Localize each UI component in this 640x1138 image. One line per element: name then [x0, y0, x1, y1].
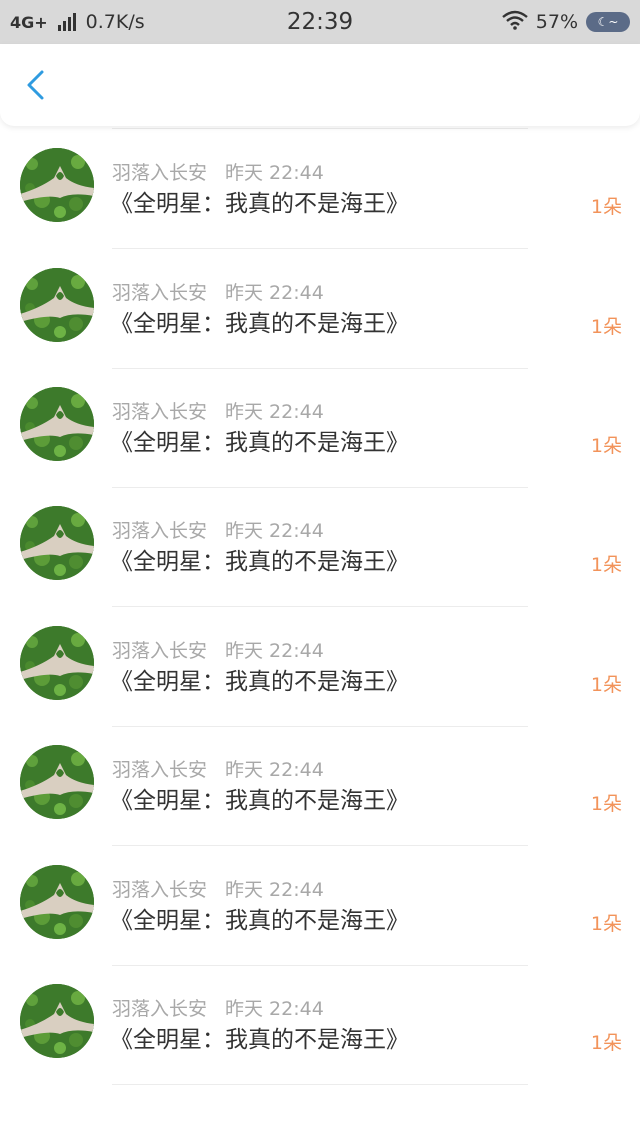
meta-line: 羽落入长安 昨天 22:44 — [112, 278, 324, 305]
timestamp: 昨天 22:44 — [225, 998, 324, 1020]
book-title: 《全明星：我真的不是海王》 — [110, 669, 409, 695]
avatar[interactable] — [20, 268, 94, 342]
divider — [112, 248, 528, 249]
flower-count: 1朵 — [590, 554, 622, 576]
divider — [112, 606, 528, 607]
avatar[interactable] — [20, 865, 94, 939]
status-left: 4G+ 0.7K/s — [10, 11, 145, 33]
timestamp: 昨天 22:44 — [225, 759, 324, 781]
network-speed: 0.7K/s — [85, 11, 145, 33]
list-item[interactable]: 羽落入长安 昨天 22:44 《全明星：我真的不是海王》 1朵 — [0, 488, 640, 608]
meta-line: 羽落入长安 昨天 22:44 — [112, 636, 324, 663]
timestamp: 昨天 22:44 — [225, 401, 324, 423]
list-item[interactable]: 羽落入长安 昨天 22:44 《全明星：我真的不是海王》 1朵 — [0, 847, 640, 967]
meta-line: 羽落入长安 昨天 22:44 — [112, 516, 324, 543]
username: 羽落入长安 — [112, 401, 208, 423]
username: 羽落入长安 — [112, 759, 208, 781]
signal-icon — [57, 13, 76, 31]
list-item[interactable]: 羽落入长安 昨天 22:44 《全明星：我真的不是海王》 1朵 — [0, 727, 640, 847]
username: 羽落入长安 — [112, 998, 208, 1020]
timestamp: 昨天 22:44 — [225, 162, 324, 184]
network-type: 4G+ — [10, 12, 48, 32]
flower-count: 1朵 — [590, 435, 622, 457]
meta-line: 羽落入长安 昨天 22:44 — [112, 397, 324, 424]
wifi-icon — [501, 10, 528, 35]
avatar[interactable] — [20, 148, 94, 222]
nav-bar — [0, 44, 640, 126]
chevron-left-icon — [27, 70, 44, 100]
avatar[interactable] — [20, 506, 94, 580]
username: 羽落入长安 — [112, 162, 208, 184]
book-title: 《全明星：我真的不是海王》 — [110, 549, 409, 575]
list-item[interactable]: 羽落入长安 昨天 22:44 《全明星：我真的不是海王》 1朵 — [0, 250, 640, 370]
book-title: 《全明星：我真的不是海王》 — [110, 788, 409, 814]
list-item[interactable]: 羽落入长安 昨天 22:44 《全明星：我真的不是海王》 1朵 — [0, 130, 640, 250]
avatar[interactable] — [20, 387, 94, 461]
username: 羽落入长安 — [112, 520, 208, 542]
battery-icon: ☾~ — [586, 12, 630, 32]
book-title: 《全明星：我真的不是海王》 — [110, 430, 409, 456]
book-title: 《全明星：我真的不是海王》 — [110, 191, 409, 217]
timestamp: 昨天 22:44 — [225, 282, 324, 304]
timestamp: 昨天 22:44 — [225, 879, 324, 901]
avatar[interactable] — [20, 626, 94, 700]
back-button[interactable] — [18, 68, 52, 102]
username: 羽落入长安 — [112, 640, 208, 662]
status-right: 57% ☾~ — [501, 10, 630, 35]
status-bar: 4G+ 0.7K/s 22:39 57% ☾~ — [0, 0, 640, 44]
flower-count: 1朵 — [590, 196, 622, 218]
flower-count: 1朵 — [590, 913, 622, 935]
meta-line: 羽落入长安 昨天 22:44 — [112, 755, 324, 782]
divider — [112, 128, 528, 129]
list-item[interactable]: 羽落入长安 昨天 22:44 《全明星：我真的不是海王》 1朵 — [0, 608, 640, 728]
divider — [112, 1084, 528, 1085]
book-title: 《全明星：我真的不是海王》 — [110, 1027, 409, 1053]
book-title: 《全明星：我真的不是海王》 — [110, 311, 409, 337]
list-item[interactable]: 羽落入长安 昨天 22:44 《全明星：我真的不是海王》 1朵 — [0, 369, 640, 489]
username: 羽落入长安 — [112, 282, 208, 304]
timestamp: 昨天 22:44 — [225, 640, 324, 662]
flower-count: 1朵 — [590, 674, 622, 696]
flower-count: 1朵 — [590, 793, 622, 815]
username: 羽落入长安 — [112, 879, 208, 901]
flower-count: 1朵 — [590, 1032, 622, 1054]
avatar[interactable] — [20, 984, 94, 1058]
avatar[interactable] — [20, 745, 94, 819]
meta-line: 羽落入长安 昨天 22:44 — [112, 158, 324, 185]
list-item[interactable]: 羽落入长安 昨天 22:44 《全明星：我真的不是海王》 1朵 — [0, 966, 640, 1086]
meta-line: 羽落入长安 昨天 22:44 — [112, 994, 324, 1021]
flower-count: 1朵 — [590, 316, 622, 338]
timestamp: 昨天 22:44 — [225, 520, 324, 542]
book-title: 《全明星：我真的不是海王》 — [110, 908, 409, 934]
battery-percent: 57% — [535, 11, 578, 33]
meta-line: 羽落入长安 昨天 22:44 — [112, 875, 324, 902]
gift-record-list: 《全明星：我真的不是海王》1朵羽落入长安昨天 22:44《全明星：我真的不是海王… — [0, 100, 640, 1138]
divider — [112, 845, 528, 846]
